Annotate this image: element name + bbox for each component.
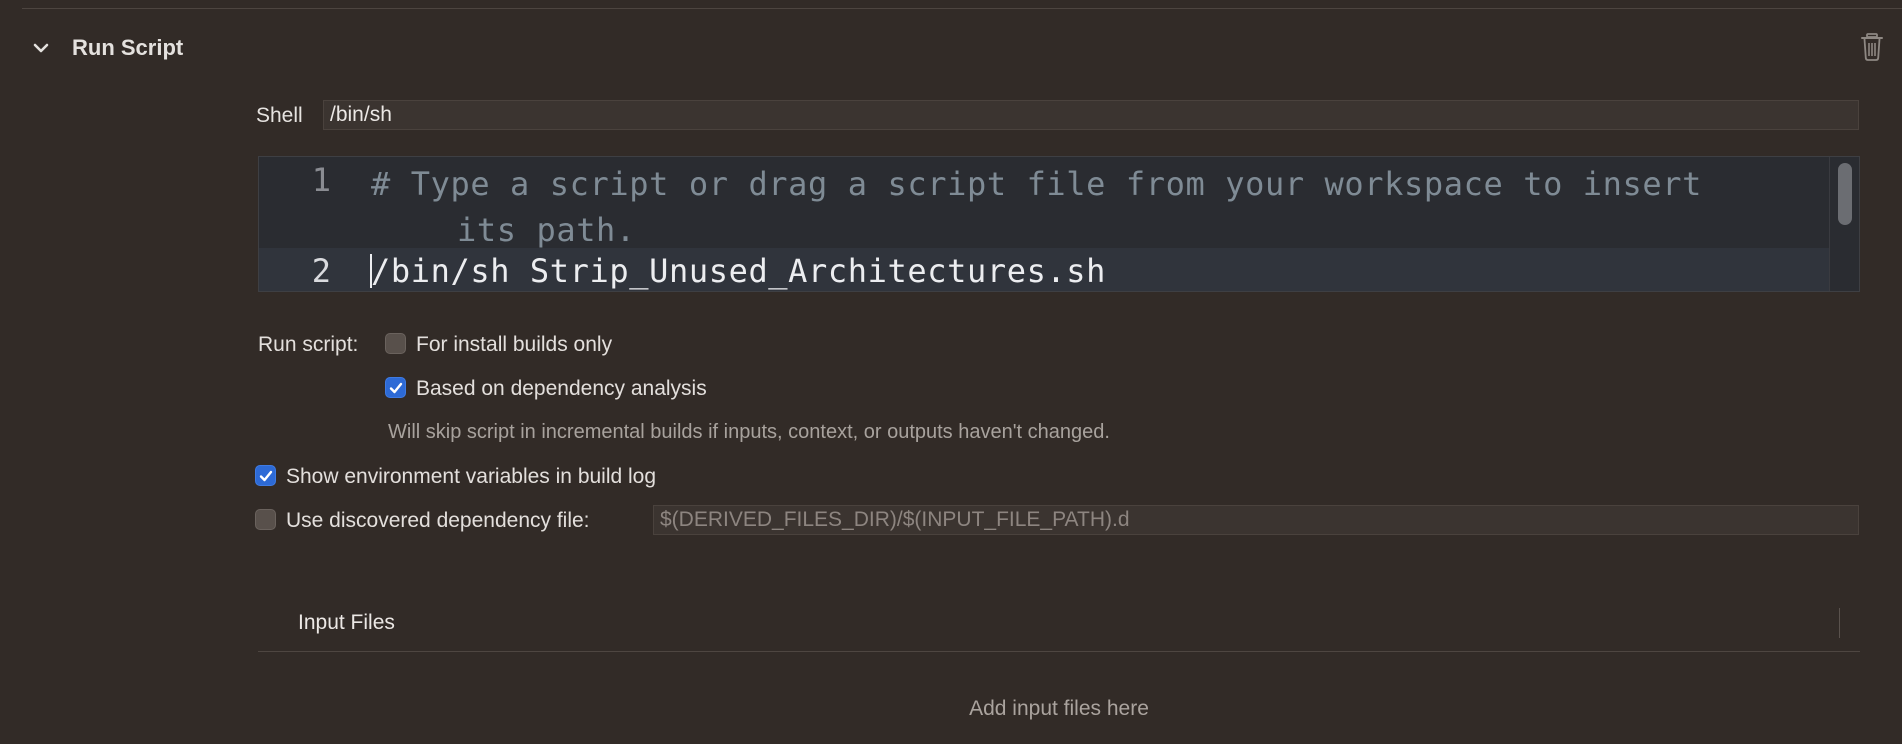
show-env-vars-label[interactable]: Show environment variables in build log — [286, 465, 656, 489]
scrollbar-thumb[interactable] — [1838, 163, 1852, 225]
trash-icon[interactable] — [1858, 32, 1886, 62]
checkmark-icon — [389, 382, 403, 394]
code-line[interactable]: 1 # Type a script or drag a script file … — [259, 157, 1829, 249]
code-text: /bin/sh Strip_Unused_Architectures.sh — [371, 252, 1107, 290]
run-script-phase: Run Script Shell /bin/sh 1 # Type a scri… — [0, 0, 1902, 744]
checkmark-icon — [259, 470, 273, 482]
phase-title: Run Script — [72, 35, 184, 60]
column-divider[interactable] — [1839, 608, 1840, 638]
top-divider — [22, 8, 1902, 9]
install-builds-only-checkbox[interactable] — [385, 333, 406, 354]
dependency-analysis-checkbox[interactable] — [385, 377, 406, 398]
editor-scrollbar[interactable] — [1829, 157, 1859, 291]
shell-input[interactable]: /bin/sh — [323, 100, 1859, 130]
dependency-analysis-label[interactable]: Based on dependency analysis — [416, 377, 707, 401]
input-files-header: Input Files — [258, 596, 1860, 652]
code-comment-continuation: its path. — [457, 211, 636, 249]
input-files-empty-hint: Add input files here — [969, 697, 1149, 720]
input-files-title: Input Files — [298, 611, 395, 634]
phase-header[interactable]: Run Script — [30, 30, 183, 66]
run-script-label: Run script: — [258, 333, 359, 356]
chevron-down-icon[interactable] — [30, 37, 52, 59]
code-comment: # Type a script or drag a script file fr… — [371, 161, 1811, 253]
show-env-vars-checkbox[interactable] — [255, 465, 276, 486]
shell-label: Shell — [256, 104, 303, 127]
dependency-file-input[interactable]: $(DERIVED_FILES_DIR)/$(INPUT_FILE_PATH).… — [653, 505, 1859, 535]
dependency-analysis-note: Will skip script in incremental builds i… — [388, 421, 1110, 443]
discovered-dependency-label[interactable]: Use discovered dependency file: — [286, 509, 590, 533]
script-editor[interactable]: 1 # Type a script or drag a script file … — [258, 156, 1860, 292]
discovered-dependency-checkbox[interactable] — [255, 509, 276, 530]
line-number: 2 — [311, 252, 331, 290]
line-number: 1 — [311, 161, 331, 199]
code-line-current[interactable]: 2 /bin/sh Strip_Unused_Architectures.sh — [259, 248, 1829, 291]
install-builds-only-label[interactable]: For install builds only — [416, 333, 612, 357]
code-comment-text: # Type a script or drag a script file fr… — [371, 165, 1702, 203]
